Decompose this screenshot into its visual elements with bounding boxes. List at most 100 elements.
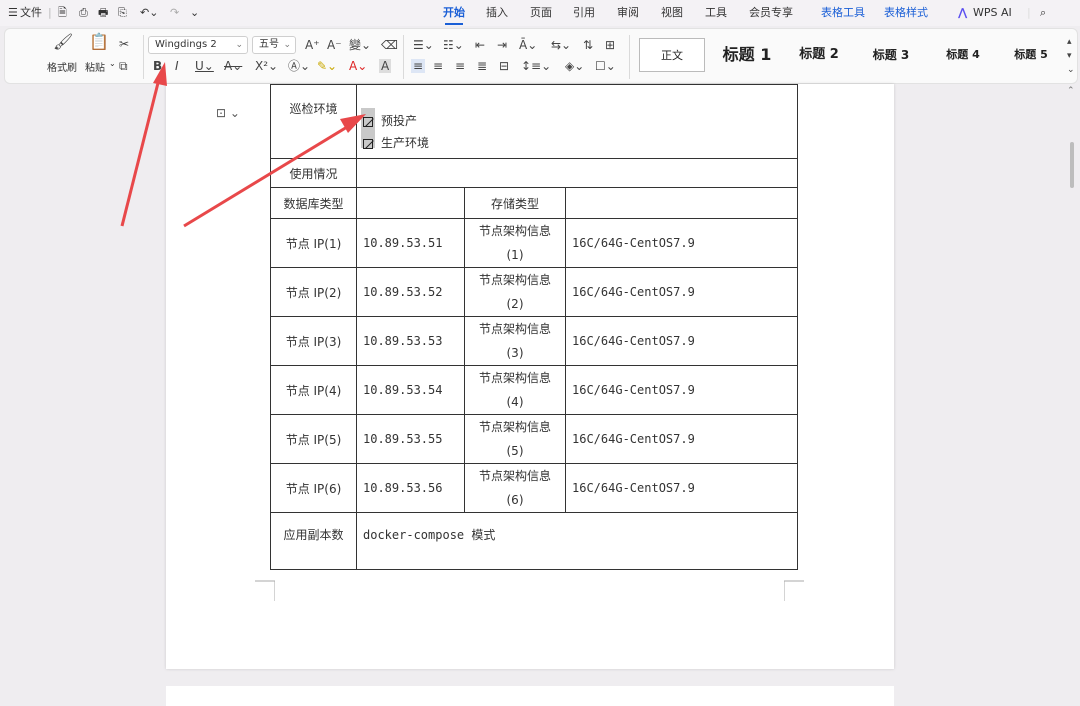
underline-icon[interactable]: U⌄ xyxy=(195,59,214,73)
table-row: 节点 IP(2) 10.89.53.52 节点架构信息 (2) 16C/64G-C… xyxy=(270,267,798,317)
usage-value[interactable] xyxy=(356,158,798,188)
tab-member[interactable]: 会员专享 xyxy=(749,0,793,26)
font-color-icon[interactable]: A⌄ xyxy=(349,59,367,73)
tab-review[interactable]: 审阅 xyxy=(617,0,639,26)
node-label: 节点 IP(2) xyxy=(270,267,357,317)
print-icon[interactable]: 🖶 xyxy=(98,0,108,26)
next-page xyxy=(166,686,894,706)
arch-text: 节点架构信息 xyxy=(478,420,551,434)
bold-icon[interactable]: B xyxy=(153,59,162,73)
highlight-icon[interactable]: ✎⌄ xyxy=(317,59,337,73)
strikethrough-icon[interactable]: A⌄ xyxy=(224,59,242,73)
scroll-top-icon[interactable]: ⌃ xyxy=(1067,86,1075,96)
justify-icon[interactable]: ≣ xyxy=(477,59,487,73)
node-label: 节点 IP(3) xyxy=(270,316,357,366)
db-type-label: 数据库类型 xyxy=(270,187,357,219)
paste-icon[interactable]: 📋 xyxy=(89,34,109,50)
tab-insert[interactable]: 插入 xyxy=(486,0,508,26)
undo-icon[interactable]: ↶⌄ xyxy=(140,0,158,26)
node-arch-label: 节点架构信息 (6) xyxy=(464,463,566,513)
border-icon[interactable]: ☐⌄ xyxy=(595,59,616,73)
table-move-handle-icon[interactable]: ⊡ ⌄ xyxy=(216,106,240,120)
decrease-indent-icon[interactable]: ⇤ xyxy=(475,38,485,52)
bullet-list-icon[interactable]: ☰⌄ xyxy=(413,38,434,52)
style-expand-icon[interactable]: ⌄ xyxy=(1067,63,1075,77)
node-spec: 16C/64G-CentOS7.9 xyxy=(565,365,798,415)
quick-access-chevron-icon[interactable]: ⌄ xyxy=(190,0,199,26)
env-option-preprod[interactable]: 预投产 xyxy=(357,108,797,148)
style-heading-5[interactable]: 标题 5 xyxy=(1001,38,1061,72)
clear-format-icon[interactable]: ⌫ xyxy=(381,38,398,52)
tab-home[interactable]: 开始 xyxy=(443,0,465,26)
save-icon[interactable]: 🗎 xyxy=(58,0,67,26)
numbered-list-icon[interactable]: ☷⌄ xyxy=(443,38,464,52)
redo-icon[interactable]: ↷ xyxy=(170,0,179,26)
style-normal[interactable]: 正文 xyxy=(639,38,705,72)
text-effect-icon[interactable]: Ⓐ⌄ xyxy=(288,59,310,73)
copy-icon[interactable]: ⧉ xyxy=(119,59,128,73)
font-name-select[interactable]: Wingdings 2 ⌄ xyxy=(148,36,248,54)
style-scroll-up-icon[interactable]: ▴ xyxy=(1067,35,1072,49)
file-menu[interactable]: 文件 xyxy=(20,0,42,26)
tab-table-style[interactable]: 表格样式 xyxy=(884,0,928,26)
ribbon-divider xyxy=(403,35,404,79)
node-label: 节点 IP(5) xyxy=(270,414,357,464)
show-marks-icon[interactable]: ⊞ xyxy=(605,38,615,52)
shrink-font-icon[interactable]: A⁻ xyxy=(327,38,342,52)
cut-icon[interactable]: ✂ xyxy=(119,37,129,51)
node-label: 节点 IP(1) xyxy=(270,218,357,268)
style-heading-4[interactable]: 标题 4 xyxy=(931,38,995,72)
db-type-value[interactable] xyxy=(356,187,465,219)
font-size-value: 五号 xyxy=(259,39,279,50)
format-painter-button[interactable]: 格式刷 xyxy=(47,59,77,74)
paste-button[interactable]: 粘贴 xyxy=(85,59,105,74)
format-painter-icon[interactable]: 🖌 xyxy=(53,34,73,50)
superscript-icon[interactable]: X²⌄ xyxy=(255,59,278,73)
align-right-icon[interactable]: ≡ xyxy=(455,59,465,73)
text-direction-icon[interactable]: ⇆⌄ xyxy=(551,38,571,52)
wps-ai-icon[interactable]: ⋀ xyxy=(958,0,967,26)
style-scroll-down-icon[interactable]: ▾ xyxy=(1067,49,1072,63)
arch-index: (5) xyxy=(506,444,524,458)
arch-text: 节点架构信息 xyxy=(478,224,551,238)
node-spec: 16C/64G-CentOS7.9 xyxy=(565,218,798,268)
sort-icon[interactable]: ⇅ xyxy=(583,38,593,52)
vertical-scrollbar[interactable]: ⌃ xyxy=(1066,86,1078,686)
checkbox-icon[interactable] xyxy=(363,116,373,127)
env-option-production[interactable]: 生产环境 xyxy=(357,132,797,154)
style-heading-2[interactable]: 标题 2 xyxy=(787,38,851,72)
tab-view[interactable]: 视图 xyxy=(661,0,683,26)
shading-icon[interactable]: ◈⌄ xyxy=(565,59,584,73)
storage-type-value[interactable] xyxy=(565,187,798,219)
line-spacing-icon[interactable]: ↕≡⌄ xyxy=(521,59,551,73)
arch-index: (6) xyxy=(506,493,524,507)
style-heading-1[interactable]: 标题 1 xyxy=(715,38,779,72)
tab-wps-ai[interactable]: WPS AI xyxy=(973,0,1012,26)
paste-chevron-icon[interactable]: ⌄ xyxy=(109,59,116,68)
chinese-layout-icon[interactable]: Ā⌄ xyxy=(519,38,537,52)
font-size-select[interactable]: 五号 ⌄ xyxy=(252,36,296,54)
usage-label: 使用情况 xyxy=(270,158,357,188)
style-heading-3[interactable]: 标题 3 xyxy=(859,38,923,72)
italic-icon[interactable]: I xyxy=(175,59,179,73)
hamburger-icon[interactable]: ☰ xyxy=(8,0,18,26)
tab-page[interactable]: 页面 xyxy=(530,0,552,26)
node-arch-label: 节点架构信息 (2) xyxy=(464,267,566,317)
tab-references[interactable]: 引用 xyxy=(573,0,595,26)
distributed-icon[interactable]: ⊟ xyxy=(499,59,509,73)
print-preview-icon[interactable]: ⎘ xyxy=(118,0,127,26)
grow-font-icon[interactable]: A⁺ xyxy=(305,38,320,52)
align-center-icon[interactable]: ≡ xyxy=(433,59,443,73)
tab-table-tools[interactable]: 表格工具 xyxy=(821,0,865,26)
tab-tools[interactable]: 工具 xyxy=(705,0,727,26)
increase-indent-icon[interactable]: ⇥ xyxy=(497,38,507,52)
table-row: 使用情况 xyxy=(270,158,798,188)
align-left-icon[interactable]: ≡ xyxy=(411,59,426,73)
search-icon[interactable]: ⌕ xyxy=(1040,0,1046,26)
node-spec: 16C/64G-CentOS7.9 xyxy=(565,414,798,464)
export-pdf-icon[interactable]: ⎙ xyxy=(79,0,88,26)
scrollbar-thumb[interactable] xyxy=(1070,142,1074,188)
char-shading-icon[interactable]: A xyxy=(379,59,392,73)
checkbox-icon[interactable] xyxy=(363,138,373,149)
phonetic-guide-icon[interactable]: 變⌄ xyxy=(349,38,371,52)
